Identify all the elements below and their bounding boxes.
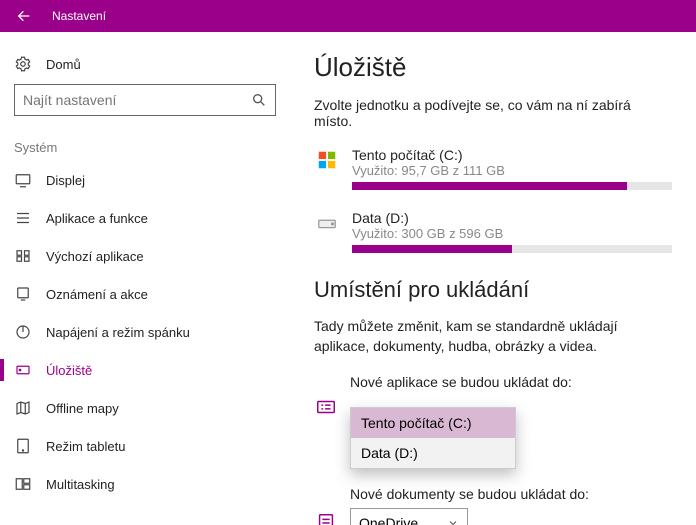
drive-usage: Využito: 95,7 GB z 111 GB — [352, 163, 672, 178]
documents-save-icon — [314, 512, 338, 525]
sidebar-group-label: Systém — [0, 130, 290, 161]
sidebar-item-label: Výchozí aplikace — [46, 249, 144, 264]
default-apps-icon — [14, 247, 32, 265]
back-button[interactable] — [0, 0, 48, 32]
sidebar-item-label: Offline mapy — [46, 401, 119, 416]
sidebar-item-notifications[interactable]: Oznámení a akce — [0, 275, 290, 313]
titlebar: Nastavení — [0, 0, 696, 32]
sidebar-item-label: Multitasking — [46, 477, 115, 492]
chevron-down-icon — [447, 517, 459, 525]
search-input-wrap[interactable] — [14, 84, 276, 116]
sidebar-item-display[interactable]: Displej — [0, 161, 290, 199]
save-locations-helper: Tady můžete změnit, kam se standardně uk… — [314, 317, 672, 356]
display-icon — [14, 171, 32, 189]
system-drive-icon — [314, 147, 340, 190]
save-field-label: Nové aplikace se budou ukládat do: — [350, 374, 672, 390]
drive-progress — [352, 245, 672, 253]
save-locations-heading: Umístění pro ukládání — [314, 277, 672, 303]
notifications-icon — [14, 285, 32, 303]
save-field-label: Nové dokumenty se budou ukládat do: — [350, 486, 672, 502]
drive-name: Data (D:) — [352, 210, 672, 226]
tablet-icon — [14, 437, 32, 455]
sidebar-item-label: Úložiště — [46, 363, 92, 378]
sidebar-item-label: Napájení a režim spánku — [46, 325, 190, 340]
gear-icon — [14, 55, 32, 73]
select-value: OneDrive — [359, 515, 418, 525]
sidebar: Domů Systém Displej Aplikace a funkce Vý… — [0, 32, 290, 525]
drive-usage: Využito: 300 GB z 596 GB — [352, 226, 672, 241]
sidebar-home[interactable]: Domů — [0, 44, 290, 84]
sidebar-item-label: Displej — [46, 173, 85, 188]
sidebar-home-label: Domů — [46, 57, 81, 72]
drive-progress-fill — [352, 245, 512, 253]
data-drive-icon — [314, 210, 340, 253]
sidebar-item-label: Oznámení a akce — [46, 287, 148, 302]
drive-row[interactable]: Tento počítač (C:) Využito: 95,7 GB z 11… — [314, 147, 672, 190]
sidebar-item-storage[interactable]: Úložiště — [0, 351, 290, 389]
map-icon — [14, 399, 32, 417]
sidebar-item-tablet-mode[interactable]: Režim tabletu — [0, 427, 290, 465]
sidebar-item-power[interactable]: Napájení a režim spánku — [0, 313, 290, 351]
sidebar-item-default-apps[interactable]: Výchozí aplikace — [0, 237, 290, 275]
search-input[interactable] — [23, 92, 251, 108]
sidebar-item-label: Režim tabletu — [46, 439, 125, 454]
drive-row[interactable]: Data (D:) Využito: 300 GB z 596 GB — [314, 210, 672, 253]
drive-progress — [352, 182, 672, 190]
multitasking-icon — [14, 475, 32, 493]
sidebar-item-multitasking[interactable]: Multitasking — [0, 465, 290, 503]
main-content: Úložiště Zvolte jednotku a podívejte se,… — [290, 32, 696, 525]
dropdown-option[interactable]: Data (D:) — [351, 438, 515, 468]
page-lead: Zvolte jednotku a podívejte se, co vám n… — [314, 97, 672, 129]
page-title: Úložiště — [314, 52, 672, 83]
sidebar-item-apps[interactable]: Aplikace a funkce — [0, 199, 290, 237]
drive-progress-fill — [352, 182, 627, 190]
documents-save-select[interactable]: OneDrive — [350, 508, 468, 525]
apps-save-icon — [314, 396, 338, 418]
search-icon — [251, 92, 267, 108]
dropdown-option[interactable]: Tento počítač (C:) — [351, 408, 515, 438]
sidebar-item-label: Aplikace a funkce — [46, 211, 148, 226]
window-title: Nastavení — [48, 9, 106, 23]
storage-icon — [14, 361, 32, 379]
selection-indicator — [0, 359, 4, 381]
dropdown-list: Tento počítač (C:) Data (D:) — [350, 407, 516, 469]
power-icon — [14, 323, 32, 341]
sidebar-item-offline-maps[interactable]: Offline mapy — [0, 389, 290, 427]
drive-name: Tento počítač (C:) — [352, 147, 672, 163]
apps-icon — [14, 209, 32, 227]
